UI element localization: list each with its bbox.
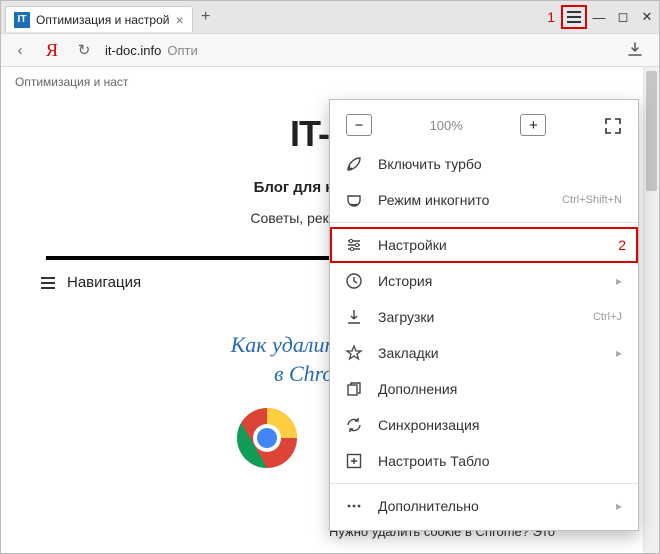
menu-item-history[interactable]: История ▸ [330,263,638,299]
main-menu-button[interactable] [561,5,587,29]
menu-label: Настройки [378,237,622,253]
zoom-value: 100% [430,118,463,133]
submenu-arrow-icon: ▸ [616,346,622,360]
url-display[interactable]: it-doc.info Опти [105,43,617,58]
close-window-button[interactable]: ✕ [635,9,659,25]
main-menu-dropdown: − 100% + Включить турбо Режим инкогнито … [329,99,639,531]
sync-icon [344,416,364,434]
mask-icon [344,191,364,209]
submenu-arrow-icon: ▸ [616,274,622,288]
scrollbar-thumb[interactable] [646,71,657,191]
chrome-logo-icon [235,406,299,470]
zoom-out-button[interactable]: − [346,114,372,136]
menu-item-more[interactable]: Дополнительно ▸ [330,488,638,524]
annotation-1: 1 [541,9,561,25]
new-tab-button[interactable]: + [193,8,219,26]
zoom-controls: − 100% + [330,108,638,146]
menu-label: Загрузки [378,309,579,325]
maximize-button[interactable]: ◻ [611,9,635,25]
dots-icon [344,497,364,515]
menu-label: Дополнения [378,381,622,397]
sliders-icon [344,236,364,254]
zoom-in-button[interactable]: + [520,114,546,136]
url-rest: Опти [167,43,197,58]
menu-shortcut: Ctrl+J [593,311,622,323]
menu-item-turbo[interactable]: Включить турбо [330,146,638,182]
downloads-shelf-button[interactable] [627,42,651,58]
menu-separator [330,483,638,484]
yandex-home-button[interactable]: Я [41,40,63,61]
address-bar: ‹ Я ↻ it-doc.info Опти [1,33,659,67]
menu-item-downloads[interactable]: Загрузки Ctrl+J [330,299,638,335]
menu-item-sync[interactable]: Синхронизация [330,407,638,443]
rocket-icon [344,155,364,173]
minimize-button[interactable]: — [587,10,611,25]
menu-item-settings[interactable]: Настройки 2 [330,227,638,263]
plus-square-icon [344,452,364,470]
submenu-arrow-icon: ▸ [616,499,622,513]
nav-label: Навигация [67,274,141,291]
clock-icon [344,272,364,290]
scrollbar-track[interactable] [643,67,659,553]
copy-icon [344,380,364,398]
menu-label: История [378,273,602,289]
reload-button[interactable]: ↻ [73,41,95,59]
favicon-icon: IT [14,12,30,28]
menu-label: Настроить Табло [378,453,622,469]
content-area: Оптимизация и наст IT-D Блог для начинаю… [1,67,659,553]
menu-item-tablo[interactable]: Настроить Табло [330,443,638,479]
menu-shortcut: Ctrl+Shift+N [562,194,622,206]
menu-item-addons[interactable]: Дополнения [330,371,638,407]
menu-label: Включить турбо [378,156,622,172]
tab-title: Оптимизация и настрой [36,13,169,27]
fullscreen-button[interactable] [604,115,622,135]
browser-tab[interactable]: IT Оптимизация и настрой × [5,6,193,32]
annotation-2: 2 [618,237,626,253]
tab-strip: IT Оптимизация и настрой × + 1 — ◻ ✕ [1,1,659,33]
menu-label: Синхронизация [378,417,622,433]
menu-label: Дополнительно [378,498,602,514]
menu-label: Закладки [378,345,602,361]
hamburger-icon [567,16,581,18]
page-truncated-title: Оптимизация и наст [1,67,659,93]
tab-close-icon[interactable]: × [175,12,183,28]
star-icon [344,344,364,362]
hamburger-icon [41,282,55,284]
download-icon [344,308,364,326]
menu-item-incognito[interactable]: Режим инкогнито Ctrl+Shift+N [330,182,638,218]
url-domain: it-doc.info [105,43,161,58]
menu-separator [330,222,638,223]
back-button[interactable]: ‹ [9,42,31,59]
menu-label: Режим инкогнито [378,192,548,208]
menu-item-bookmarks[interactable]: Закладки ▸ [330,335,638,371]
